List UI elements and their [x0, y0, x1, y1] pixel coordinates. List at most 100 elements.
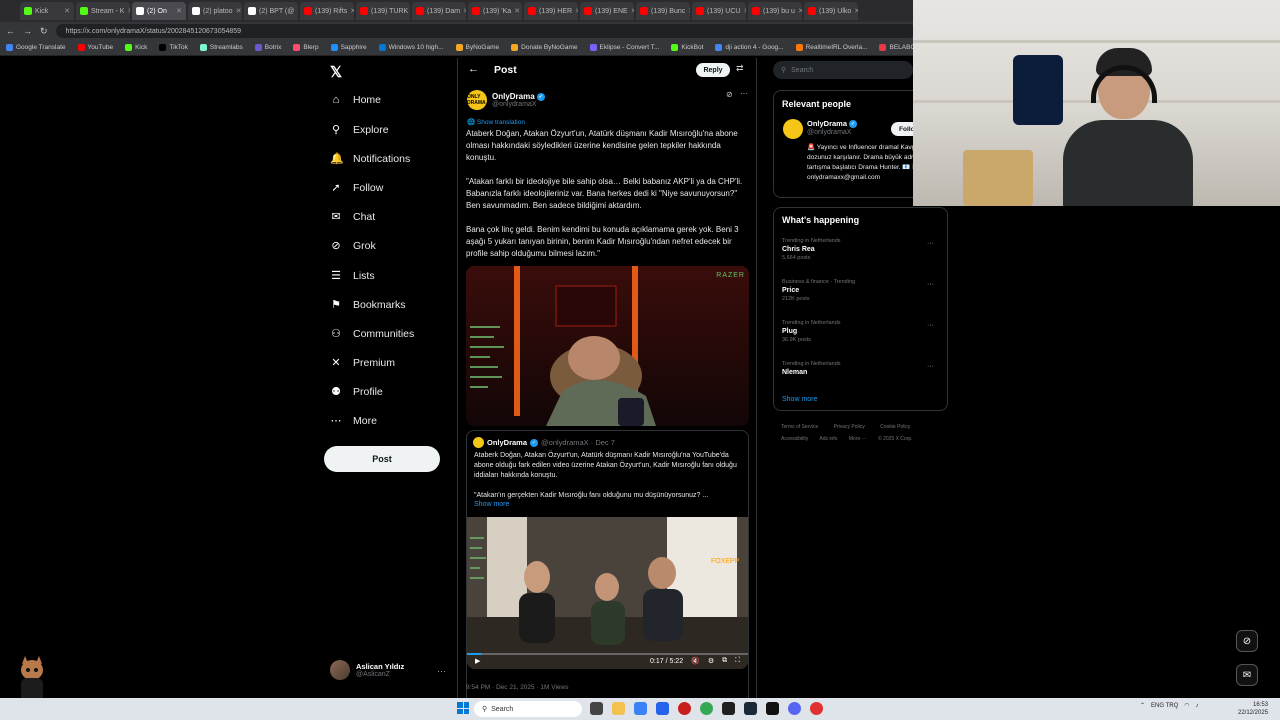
footer-link[interactable]: Terms of Service: [781, 424, 818, 430]
sidebar-item-bookmarks[interactable]: ⚑ Bookmarks: [330, 298, 405, 312]
sidebar-item-follow[interactable]: ➚ Follow: [330, 181, 383, 195]
system-tray[interactable]: ⌃ ENG TRQ ◠ ♪: [1140, 702, 1199, 710]
browser-tab[interactable]: (2) On ✕: [132, 2, 186, 20]
quote-video[interactable]: FOXEPP ▶ 0:17 / 5:22 🔇 ⚙ ⧉ ⛶: [467, 517, 748, 669]
fullscreen-icon[interactable]: ⛶: [735, 657, 740, 665]
bookmark-item[interactable]: Google Translate: [6, 44, 66, 51]
close-icon[interactable]: ✕: [743, 7, 746, 15]
bookmark-item[interactable]: Windows 10 high...: [378, 44, 444, 51]
post-author[interactable]: ONLY DRAMA OnlyDrama ✓ @onlydramaX: [467, 90, 545, 110]
close-icon[interactable]: ✕: [127, 7, 130, 15]
sidebar-item-more[interactable]: ⋯ More: [330, 414, 377, 428]
show-more-link[interactable]: Show more: [782, 396, 817, 403]
browser-tab[interactable]: (139) ENE ✕: [580, 2, 634, 20]
author-name[interactable]: OnlyDrama: [492, 92, 535, 101]
bookmark-item[interactable]: YouTube: [77, 44, 113, 51]
grok-float-icon[interactable]: ⊘: [1236, 630, 1258, 652]
browser-tab[interactable]: (139) Bunc✕: [636, 2, 690, 20]
taskbar-search[interactable]: ⚲ Search: [474, 701, 582, 717]
x-logo-icon[interactable]: 𝕏: [330, 63, 342, 81]
close-icon[interactable]: ✕: [350, 7, 354, 15]
more-options-icon[interactable]: ···: [927, 240, 934, 247]
sidebar-item-communities[interactable]: ⚇ Communities: [330, 327, 414, 341]
browser-tab[interactable]: (139) Rifts ✕: [300, 2, 354, 20]
back-arrow-icon[interactable]: ←: [468, 63, 479, 75]
sidebar-item-explore[interactable]: ⚲ Explore: [330, 123, 389, 137]
close-icon[interactable]: ✕: [575, 7, 578, 15]
show-more-link[interactable]: Show more: [474, 501, 509, 508]
more-options-icon[interactable]: ···: [740, 89, 748, 98]
footer-link[interactable]: Ads info: [819, 436, 837, 442]
bookmark-item[interactable]: TikTok: [159, 44, 188, 51]
account-switcher[interactable]: Aslican Yıldız @AslicanZ: [330, 660, 450, 680]
back-arrow-icon[interactable]: ←: [6, 26, 15, 36]
url-field[interactable]: https://x.com/onlydramaX/status/20028451…: [55, 24, 916, 38]
close-icon[interactable]: ✕: [236, 7, 242, 15]
pip-icon[interactable]: ⧉: [722, 657, 727, 665]
bookmark-item[interactable]: ByNoGame: [455, 44, 499, 51]
clock[interactable]: 16:53 22/12/2025: [1238, 701, 1268, 717]
close-icon[interactable]: ✕: [688, 7, 690, 15]
chevron-up-icon[interactable]: ⌃: [1140, 702, 1145, 709]
discord-icon[interactable]: [788, 702, 801, 715]
sidebar-item-chat[interactable]: ✉ Chat: [330, 210, 375, 224]
browser-tab[interactable]: (139) TURK✕: [356, 2, 410, 20]
steam-icon[interactable]: [744, 702, 757, 715]
browser-tab[interactable]: (2) platoo ✕: [188, 2, 242, 20]
bookmark-item[interactable]: Blerp: [293, 44, 319, 51]
browser-tab[interactable]: (2) BPT (@✕: [244, 2, 298, 20]
bookmark-item[interactable]: Sapphire: [330, 44, 367, 51]
volume-icon[interactable]: ♪: [1196, 703, 1199, 709]
reply-button[interactable]: Reply: [696, 63, 730, 77]
windows-start-icon[interactable]: [457, 702, 469, 714]
bookmark-item[interactable]: Botrix: [254, 44, 281, 51]
trend-item[interactable]: Trending in Netherlands Nleman: [782, 361, 942, 378]
grok-icon[interactable]: ⊘: [726, 90, 733, 99]
sidebar-item-notifications[interactable]: 🔔 Notifications: [330, 152, 410, 166]
post-video[interactable]: RAZER: [466, 266, 749, 426]
quoted-post[interactable]: OnlyDrama ✓ @onlydramaX · Dec 7 Ataberk …: [466, 430, 749, 720]
search-input[interactable]: ⚲ Search: [773, 61, 913, 79]
post-button[interactable]: Post: [324, 446, 440, 472]
bookmark-item[interactable]: dji action 4 - Goog...: [715, 44, 784, 51]
app-icon[interactable]: [722, 702, 735, 715]
author-avatar[interactable]: ONLY DRAMA: [467, 90, 487, 110]
bookmark-item[interactable]: Kick: [125, 44, 147, 51]
avatar[interactable]: [783, 119, 803, 139]
more-options-icon[interactable]: ···: [927, 363, 934, 370]
tray-lang[interactable]: ENG TRQ: [1151, 703, 1178, 709]
trend-item[interactable]: Trending in Netherlands Plug 36.9K posts: [782, 320, 942, 343]
file-explorer-icon[interactable]: [612, 702, 625, 715]
close-icon[interactable]: ✕: [297, 7, 298, 15]
close-icon[interactable]: ✕: [854, 7, 858, 15]
settings-icon[interactable]: ⚙: [708, 657, 714, 665]
account-more-icon[interactable]: ···: [437, 666, 446, 676]
capcut-icon[interactable]: [766, 702, 779, 715]
sidebar-item-profile[interactable]: ⚉ Profile: [330, 385, 383, 399]
close-icon[interactable]: ✕: [64, 7, 70, 15]
bookmark-item[interactable]: Eklipse - Convert T...: [589, 44, 659, 51]
show-translation-link[interactable]: 🌐 Show translation: [467, 118, 525, 126]
more-options-icon[interactable]: ···: [927, 281, 934, 288]
messages-float-icon[interactable]: ✉: [1236, 664, 1258, 686]
trend-item[interactable]: Business & finance · Trending Price 212K p…: [782, 279, 942, 302]
sidebar-item-premium[interactable]: ✕ Premium: [330, 356, 395, 370]
bookmark-item[interactable]: Streamlabs: [199, 44, 243, 51]
browser-tab[interactable]: (139) Ulko ✕: [804, 2, 858, 20]
footer-link[interactable]: More ···: [849, 436, 867, 442]
close-icon[interactable]: ✕: [514, 7, 520, 15]
reload-icon[interactable]: ↻: [40, 26, 48, 37]
wifi-icon[interactable]: ◠: [1184, 702, 1189, 709]
footer-link[interactable]: Cookie Policy: [880, 424, 910, 430]
footer-link[interactable]: Accessibility: [781, 436, 808, 442]
browser-tab[interactable]: Stream - K✕: [76, 2, 130, 20]
browser-tab[interactable]: (139) Dam✕: [412, 2, 466, 20]
browser-tab[interactable]: (139) bu u ✕: [748, 2, 802, 20]
bookmark-item[interactable]: RealtimeIRL Overla...: [795, 44, 867, 51]
bookmark-item[interactable]: KickBot: [671, 44, 703, 51]
browser-tab[interactable]: (139) UCU✕: [692, 2, 746, 20]
sidebar-item-grok[interactable]: ⊘ Grok: [330, 239, 375, 253]
footer-link[interactable]: Privacy Policy: [834, 424, 865, 430]
trend-item[interactable]: Trending in Netherlands Chris Rea 5,664 po…: [782, 238, 942, 261]
close-icon[interactable]: ✕: [463, 7, 466, 15]
